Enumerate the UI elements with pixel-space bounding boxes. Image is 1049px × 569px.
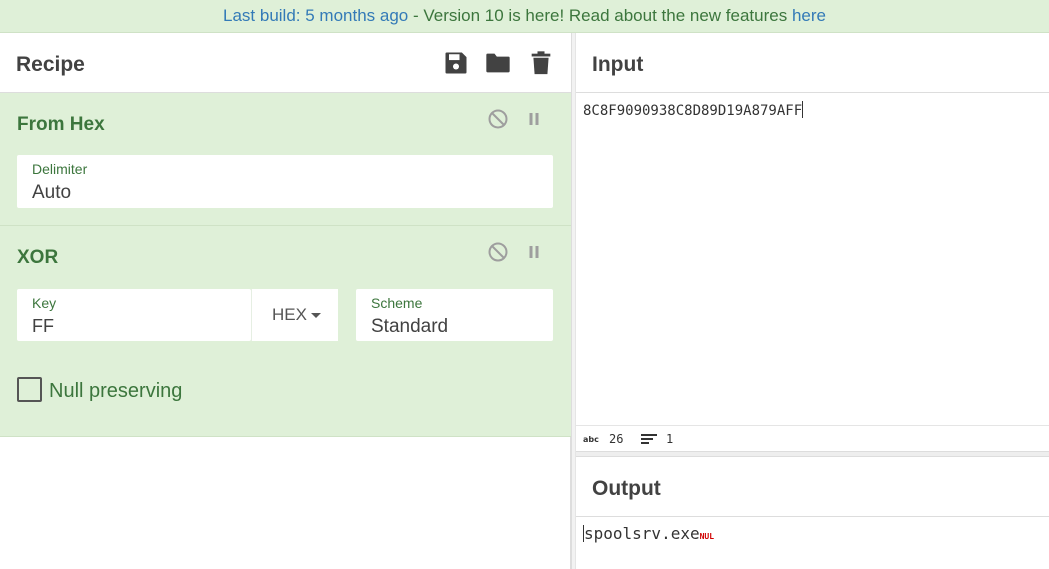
null-preserving-checkbox[interactable] [17,377,42,402]
field-label: Key [32,295,57,311]
output-textarea[interactable]: spoolsrv.exeNUL [583,524,714,543]
input-header: Input [576,33,1049,93]
trash-icon[interactable] [527,49,555,77]
svg-text:abc: abc [583,435,599,444]
output-header: Output [576,457,1049,517]
disable-icon[interactable] [486,240,510,264]
scheme-field[interactable]: Scheme Standard [356,289,553,341]
pause-icon[interactable] [522,107,546,131]
recipe-title: Recipe [16,53,85,76]
field-label: Delimiter [32,161,88,177]
input-length: 26 [609,432,624,446]
length-icon: abc [583,435,599,444]
last-build-link[interactable]: Last build: 5 months ago [223,6,408,25]
null-preserving-label: Null preserving [49,380,183,402]
banner-message: - Version 10 is here! Read about the new… [408,6,792,25]
operation-name: XOR [17,247,59,268]
delimiter-field[interactable]: Delimiter Auto [17,155,553,208]
save-icon[interactable] [442,49,470,77]
field-label: Scheme [371,295,423,311]
recipe-panel: Recipe From Hex Delimiter Auto XOR Key F… [0,33,571,569]
operation-name: From Hex [17,114,105,135]
output-title: Output [592,477,661,500]
input-lines: 1 [666,432,674,446]
input-textarea[interactable]: 8C8F9090938C8D89D19A879AFF [583,101,804,119]
folder-icon[interactable] [484,49,512,77]
field-value: Standard [371,316,449,337]
text-cursor [802,101,804,118]
notification-banner: Last build: 5 months ago - Version 10 is… [0,0,1049,33]
recipe-header: Recipe [0,33,571,93]
lines-icon [641,434,657,444]
disable-icon[interactable] [486,107,510,131]
input-statusbar: abc 26 1 [576,425,1049,451]
caret-down-icon [310,313,321,319]
pause-icon[interactable] [522,240,546,264]
field-value: Auto [32,182,72,203]
output-text: spoolsrv.exe [584,524,700,543]
release-notes-link[interactable]: here [792,6,826,25]
input-title: Input [592,53,644,76]
field-value: FF [32,316,54,336]
key-format-value: HEX [272,305,307,324]
operation-from-hex[interactable]: From Hex Delimiter Auto [0,93,571,226]
input-text: 8C8F9090938C8D89D19A879AFF [583,103,803,119]
key-format-dropdown[interactable]: HEX [251,289,338,341]
nul-marker: NUL [699,532,715,541]
key-field[interactable]: Key FF [17,289,251,341]
